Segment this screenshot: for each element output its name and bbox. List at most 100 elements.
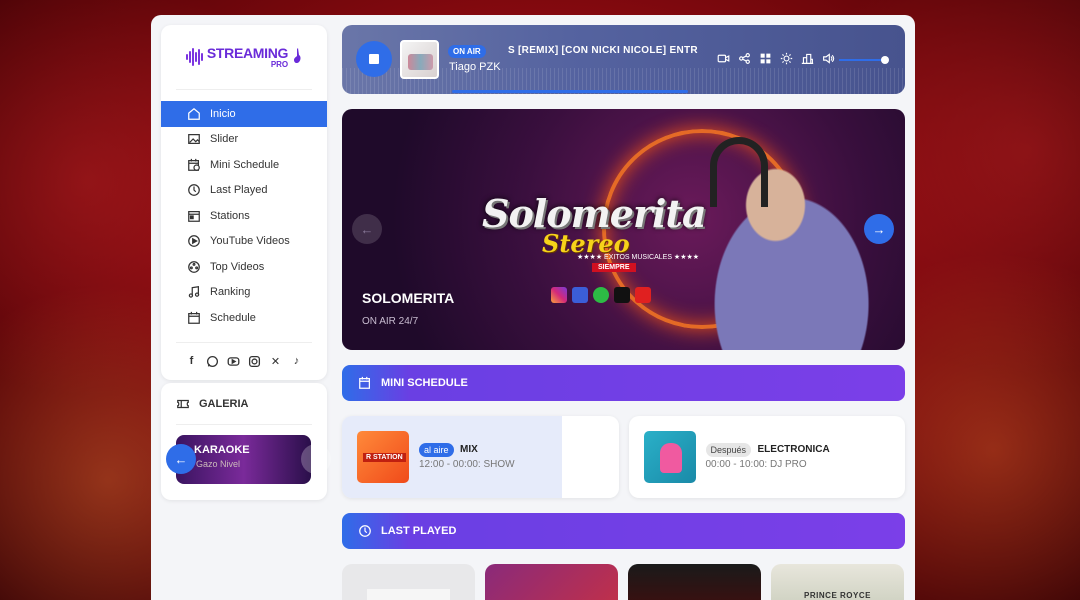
volume-knob[interactable]	[880, 56, 889, 64]
stop-button[interactable]	[356, 41, 392, 77]
clock-icon	[188, 184, 200, 197]
station-logo-tagline: ★★★★ EXITOS MUSICALES ★★★★	[577, 254, 700, 261]
facebook-icon[interactable]	[572, 287, 588, 303]
mini-schedule-list: R STATION al aire MIX 12:00 - 00:00: SHO…	[342, 416, 905, 498]
mini-schedule-title: MINI SCHEDULE	[381, 377, 468, 389]
social-links: f ✕ ♪	[176, 342, 312, 368]
album-cover	[400, 40, 439, 79]
galeria-image[interactable]: KARAOKE Gazo Nivel	[176, 435, 311, 484]
schedule-badge: al aire	[419, 443, 454, 457]
brand-logo[interactable]: STREAMING PRO	[176, 25, 312, 90]
last-played-card[interactable]: PRINCE ROYCE	[771, 564, 904, 600]
sidebar-item-mini-schedule[interactable]: Mini Schedule	[161, 152, 327, 178]
equalizer-icon	[185, 47, 203, 67]
galeria-header: GALERIA	[176, 383, 312, 425]
last-played-card[interactable]	[485, 564, 618, 600]
play-circle-icon	[188, 235, 200, 248]
arrow-left-icon: ←	[360, 221, 374, 237]
galeria-next-button[interactable]: →	[301, 444, 331, 474]
sidebar-item-label: Ranking	[210, 286, 251, 299]
instagram-icon[interactable]	[551, 287, 567, 303]
sidebar-item-label: Last Played	[210, 184, 268, 197]
schedule-name: ELECTRONICA	[757, 444, 830, 455]
youtube-icon[interactable]	[635, 287, 651, 303]
film-reel-icon	[188, 260, 200, 273]
schedule-badge: Después	[705, 443, 752, 457]
sidebar-item-top-videos[interactable]: Top Videos	[161, 254, 327, 280]
schedule-card[interactable]: Después ELECTRONICA 00:00 - 10:00: DJ PR…	[628, 416, 905, 498]
galeria-image-title: KARAOKE	[194, 444, 250, 456]
sidebar-item-label: Inicio	[210, 107, 236, 120]
mini-schedule-header: MINI SCHEDULE	[342, 365, 905, 401]
image-icon	[188, 134, 200, 145]
sidebar-item-label: YouTube Videos	[210, 235, 290, 248]
arrow-left-icon: ←	[174, 451, 188, 467]
on-air-badge: ON AIR	[448, 45, 486, 58]
video-icon[interactable]	[717, 52, 730, 65]
sidebar-item-ranking[interactable]: Ranking	[161, 280, 327, 306]
youtube-icon[interactable]	[227, 354, 241, 368]
sidebar: STREAMING PRO Inicio Slider Mini Schedul…	[161, 25, 327, 380]
x-icon[interactable]: ✕	[269, 354, 283, 368]
track-progress	[452, 90, 689, 93]
main-content: ON AIR S [REMIX] [CON NICKI NICOLE] ENTR…	[342, 25, 905, 600]
sidebar-item-slider[interactable]: Slider	[161, 127, 327, 153]
track-artist: Tiago PZK	[449, 61, 501, 73]
last-played-list: PRINCE ROYCE	[342, 564, 905, 600]
galeria-prev-button[interactable]: ←	[166, 444, 196, 474]
whatsapp-icon[interactable]	[593, 287, 609, 303]
last-played-card[interactable]	[628, 564, 761, 600]
hero-image	[672, 139, 902, 350]
galeria-panel: GALERIA KARAOKE Gazo Nivel ← →	[161, 383, 331, 500]
tiktok-icon[interactable]	[614, 287, 630, 303]
ticket-icon	[177, 399, 189, 408]
calendar-icon	[188, 311, 200, 324]
brand-name: STREAMING	[206, 44, 289, 61]
sidebar-item-youtube-videos[interactable]: YouTube Videos	[161, 229, 327, 255]
hero-social-icons	[551, 287, 651, 303]
facebook-icon[interactable]: f	[185, 354, 199, 368]
galeria-title: GALERIA	[199, 397, 249, 410]
calendar-clock-icon	[359, 376, 370, 389]
last-played-card[interactable]	[342, 564, 475, 600]
sidebar-nav: Inicio Slider Mini Schedule Last Played …	[161, 101, 327, 331]
buildings-icon[interactable]	[801, 52, 814, 65]
sidebar-item-label: Slider	[210, 133, 239, 146]
calendar-clock-icon	[188, 158, 200, 171]
sidebar-item-inicio[interactable]: Inicio	[161, 101, 327, 127]
sidebar-item-stations[interactable]: Stations	[161, 203, 327, 229]
hero-prev-button[interactable]: ←	[352, 214, 382, 244]
schedule-time: 00:00 - 10:00: DJ PRO	[705, 459, 807, 470]
schedule-thumb: R STATION	[357, 431, 409, 483]
sidebar-item-schedule[interactable]: Schedule	[161, 305, 327, 331]
guitar-icon	[294, 48, 301, 64]
track-title: S [REMIX] [CON NICKI NICOLE] ENTR	[508, 45, 698, 56]
volume-icon[interactable]	[822, 52, 835, 65]
schedule-thumb-label: R STATION	[363, 453, 406, 462]
volume-slider[interactable]	[839, 56, 889, 64]
player-controls	[717, 52, 835, 65]
volume-fill	[839, 59, 885, 61]
last-played-title: LAST PLAYED	[381, 525, 457, 537]
sidebar-item-label: Schedule	[210, 311, 256, 324]
station-logo-badge: SIEMPRE	[592, 263, 636, 272]
instagram-icon[interactable]	[248, 354, 262, 368]
whatsapp-icon[interactable]	[206, 354, 220, 368]
hero-slider: Solomerita Stereo ★★★★ EXITOS MUSICALES …	[342, 109, 905, 350]
schedule-time: 12:00 - 00:00: SHOW	[419, 459, 515, 470]
tiktok-icon[interactable]: ♪	[290, 354, 304, 368]
hero-next-button[interactable]: →	[864, 214, 894, 244]
stop-icon	[369, 54, 379, 64]
headphones-icon	[710, 137, 768, 207]
galeria-image-sub: Gazo Nivel	[196, 459, 241, 469]
share-icon[interactable]	[738, 52, 751, 65]
grid-icon[interactable]	[759, 52, 772, 65]
home-icon	[188, 107, 200, 120]
sidebar-item-label: Mini Schedule	[210, 158, 280, 171]
schedule-card[interactable]: R STATION al aire MIX 12:00 - 00:00: SHO…	[342, 416, 619, 498]
app-window: STREAMING PRO Inicio Slider Mini Schedul…	[151, 15, 915, 600]
sun-icon[interactable]	[780, 52, 793, 65]
schedule-name: MIX	[460, 444, 478, 455]
sidebar-item-last-played[interactable]: Last Played	[161, 178, 327, 204]
last-played-card-label: PRINCE ROYCE	[804, 591, 871, 600]
